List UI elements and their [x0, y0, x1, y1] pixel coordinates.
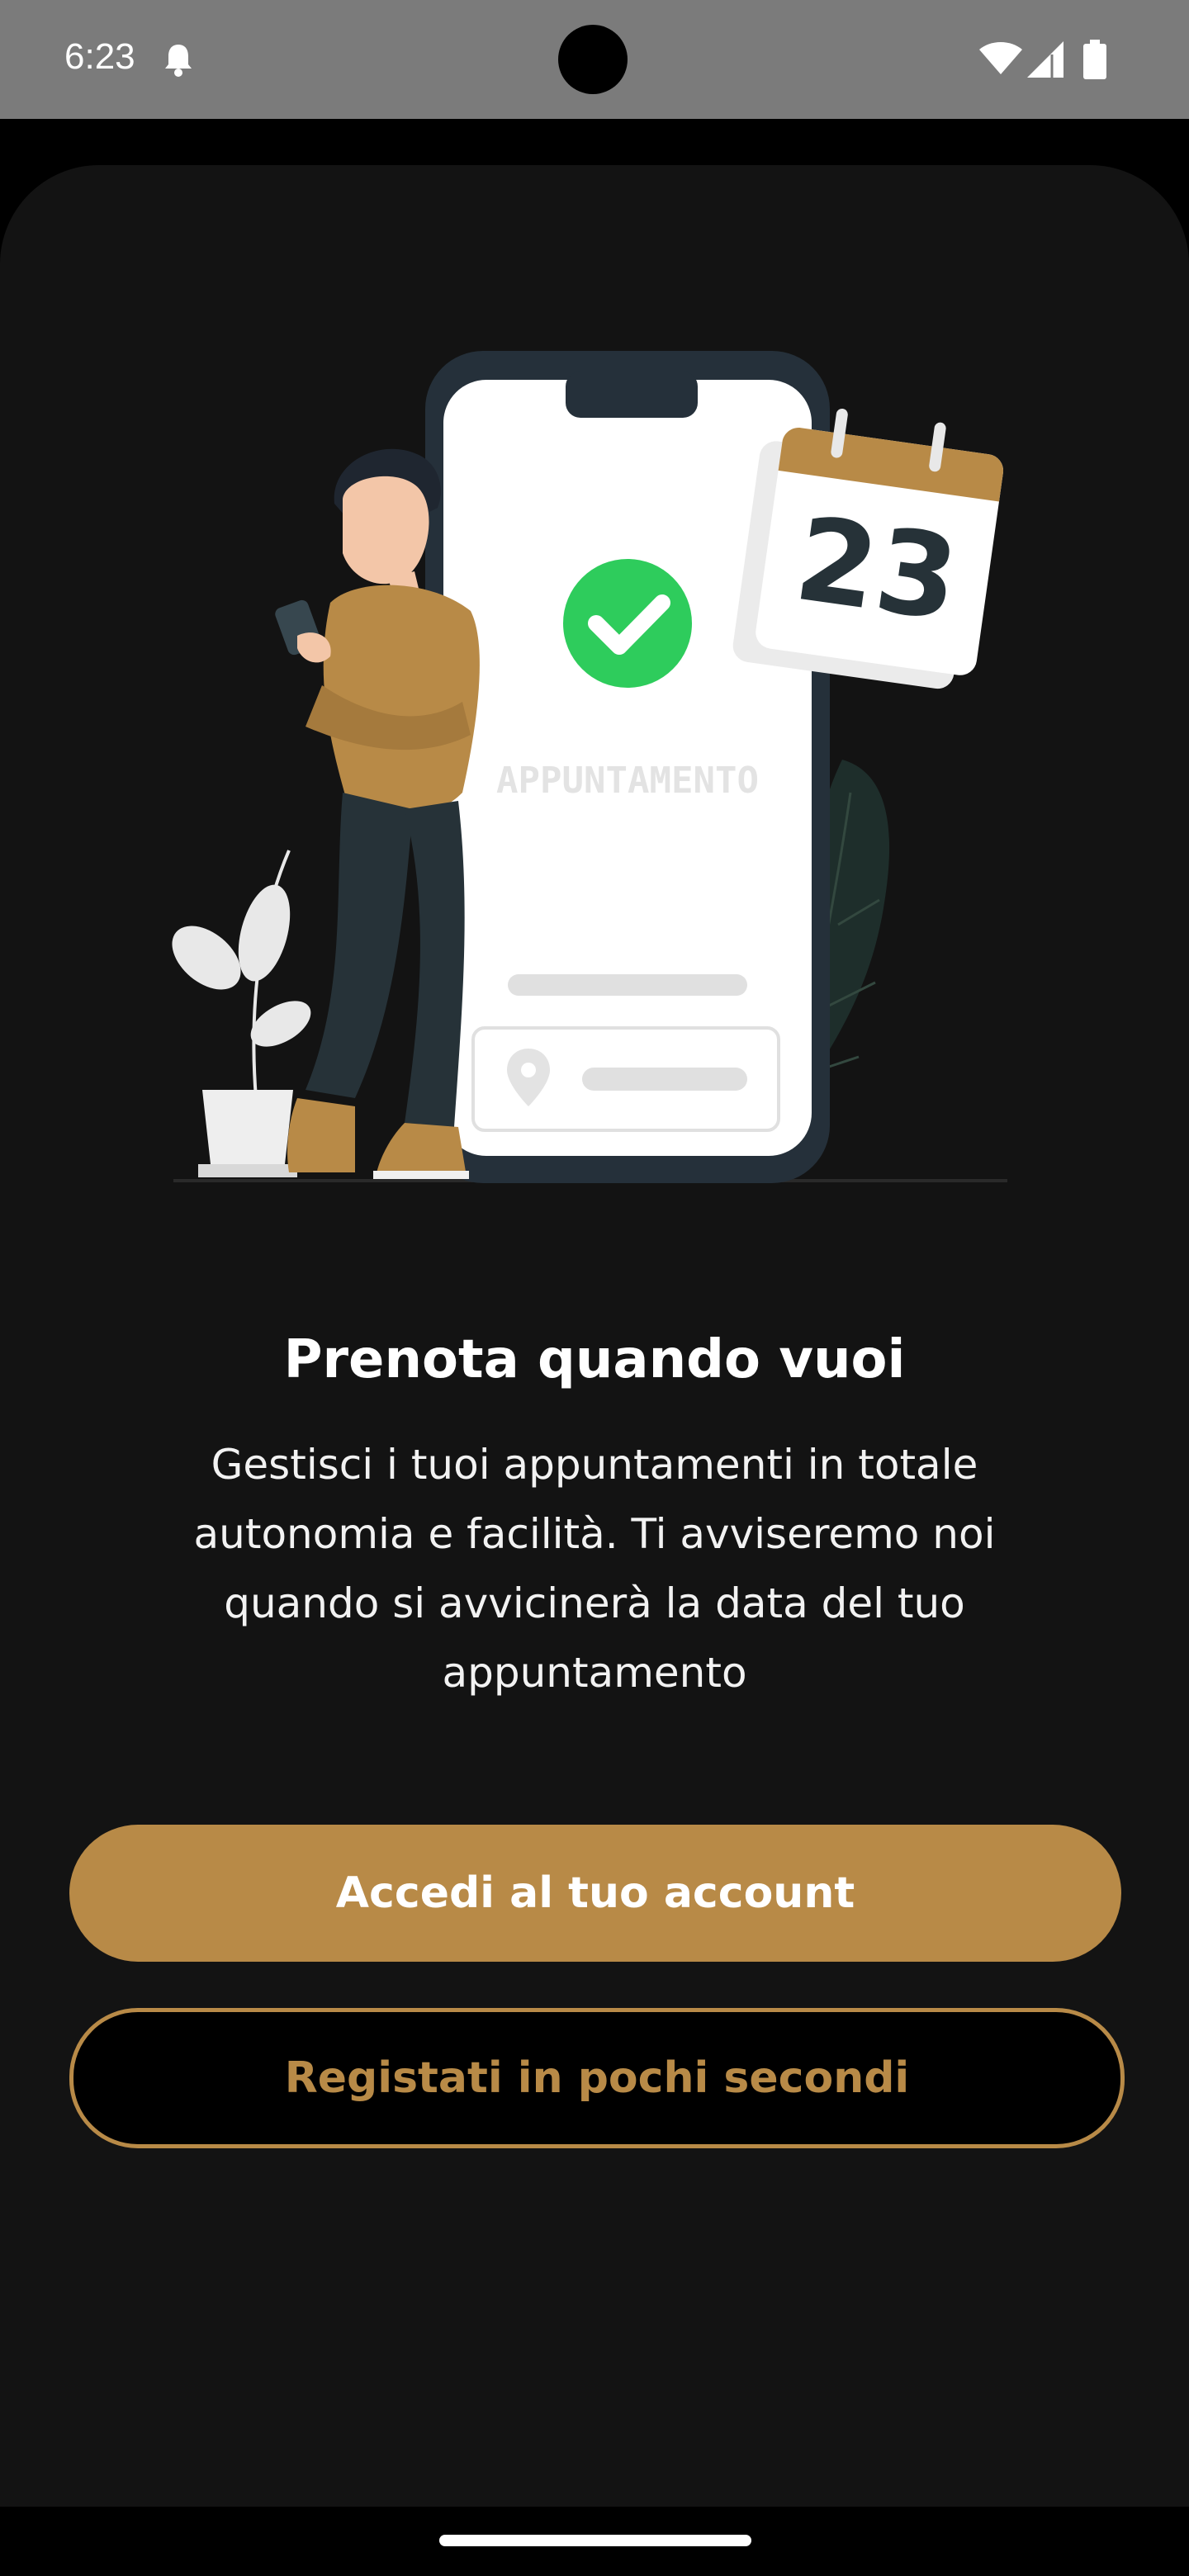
phone-label: APPUNTAMENTO — [496, 760, 759, 802]
signal-icon — [1027, 41, 1065, 81]
calendar-day: 23 — [788, 492, 966, 648]
bell-icon — [162, 41, 195, 81]
battery-icon — [1083, 40, 1106, 83]
register-button[interactable]: Registati in pochi secondi — [69, 2008, 1125, 2148]
home-indicator[interactable] — [439, 2535, 751, 2546]
calendar-icon: 23 — [732, 408, 1004, 689]
status-bar: 6:23 — [0, 0, 1189, 119]
onboarding-description: Gestisci i tuoi appuntamenti in totale a… — [193, 1441, 996, 1697]
status-time: 6:23 — [64, 36, 135, 77]
register-button-label: Registati in pochi secondi — [284, 2053, 910, 2103]
onboarding-title: Prenota quando vuoi — [283, 1329, 906, 1390]
login-button-label: Accedi al tuo account — [335, 1868, 855, 1918]
wifi-icon — [979, 41, 1022, 79]
camera-cutout — [558, 25, 628, 94]
login-button[interactable]: Accedi al tuo account — [69, 1825, 1121, 1962]
onboarding-illustration: APPUNTAMENTO 23 — [172, 351, 1007, 1183]
